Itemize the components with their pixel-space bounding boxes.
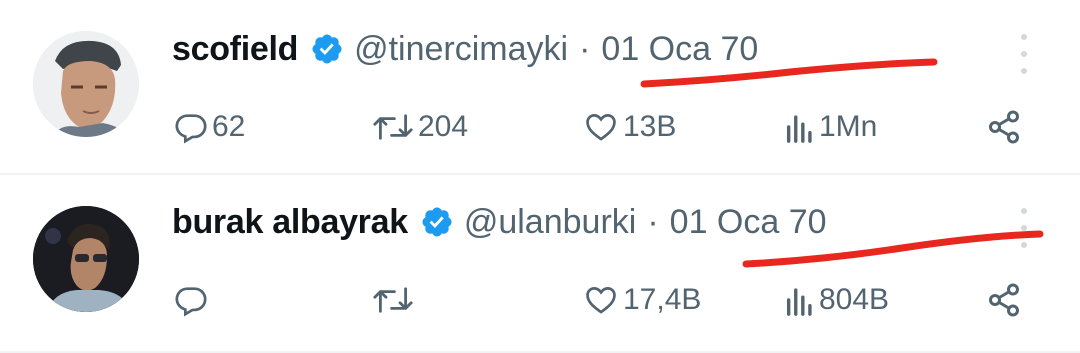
views-count: 804B — [819, 283, 890, 316]
more-options-icon[interactable] — [1016, 34, 1032, 74]
like-button[interactable]: 13B — [583, 107, 676, 147]
retweet-count: 204 — [418, 110, 469, 143]
views-count: 1Mn — [819, 110, 878, 143]
like-icon — [586, 287, 616, 314]
like-count: 17,4B — [623, 283, 702, 316]
verified-badge-icon — [420, 205, 454, 239]
tweet-row[interactable]: burak albayrak @ulanburki · 01 Oca 70 17… — [0, 176, 1080, 353]
reply-button[interactable]: 62 — [174, 107, 245, 147]
separator-dot: · — [647, 202, 659, 241]
like-icon — [586, 114, 616, 141]
views-icon — [786, 288, 812, 316]
views-button[interactable]: 804B — [785, 280, 889, 320]
reply-count: 62 — [212, 110, 246, 143]
tweet-row[interactable]: scofield @tinercimayki · 01 Oca 70 62 20… — [0, 0, 1080, 175]
reply-button[interactable] — [174, 280, 212, 320]
retweet-icon — [373, 287, 413, 313]
retweet-icon — [373, 114, 413, 140]
user-handle[interactable]: @ulanburki — [464, 203, 637, 242]
views-icon — [786, 115, 812, 143]
display-name[interactable]: scofield — [172, 30, 298, 69]
like-button[interactable]: 17,4B — [583, 280, 701, 320]
retweet-button[interactable]: 204 — [372, 107, 468, 147]
views-button[interactable]: 1Mn — [785, 107, 877, 147]
tweet-header: burak albayrak @ulanburki · 01 Oca 70 — [172, 199, 827, 245]
user-handle[interactable]: @tinercimayki — [354, 30, 568, 69]
display-name[interactable]: burak albayrak — [172, 203, 408, 242]
avatar[interactable] — [33, 206, 139, 312]
more-options-icon[interactable] — [1016, 208, 1032, 248]
like-count: 13B — [623, 110, 677, 143]
reply-icon — [175, 287, 207, 317]
separator-dot: · — [579, 29, 591, 68]
verified-badge-icon — [310, 32, 344, 66]
tweet-header: scofield @tinercimayki · 01 Oca 70 — [172, 26, 758, 72]
retweet-button[interactable] — [372, 280, 418, 320]
tweet-date[interactable]: 01 Oca 70 — [601, 30, 758, 69]
share-icon — [989, 110, 1019, 144]
share-icon — [989, 283, 1019, 317]
share-button[interactable] — [986, 107, 1022, 147]
tweet-date[interactable]: 01 Oca 70 — [670, 203, 827, 242]
avatar[interactable] — [33, 31, 139, 137]
reply-icon — [175, 114, 207, 144]
share-button[interactable] — [986, 280, 1022, 320]
